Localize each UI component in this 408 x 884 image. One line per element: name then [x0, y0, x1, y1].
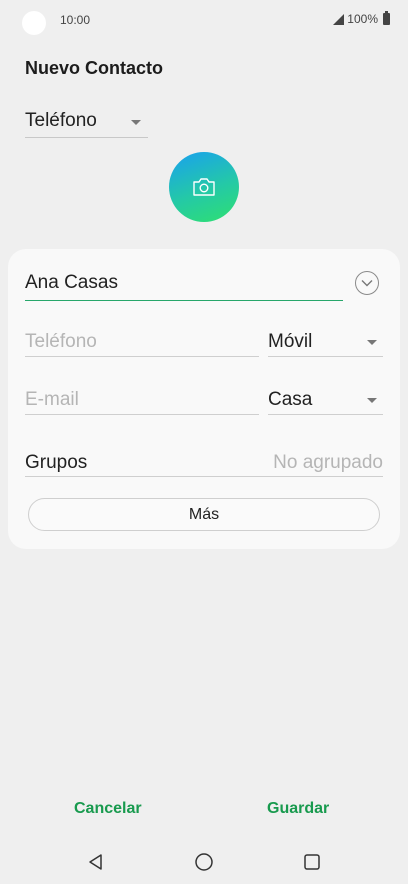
- groups-selector[interactable]: Grupos No agrupado: [25, 447, 383, 477]
- back-button[interactable]: [84, 850, 108, 874]
- phone-type-value: Móvil: [268, 331, 313, 352]
- account-dropdown[interactable]: Teléfono: [25, 108, 148, 138]
- groups-value: No agrupado: [273, 452, 383, 473]
- signal-icon: [333, 13, 345, 25]
- more-fields-button[interactable]: Más: [28, 498, 380, 531]
- battery-percent: 100%: [347, 12, 378, 26]
- status-bar: 10:00 100%: [0, 0, 408, 40]
- add-photo-button[interactable]: [169, 152, 239, 222]
- save-button[interactable]: Guardar: [267, 800, 329, 818]
- chevron-down-icon: [361, 280, 373, 287]
- system-nav-bar: [0, 840, 408, 884]
- back-icon: [89, 854, 102, 870]
- name-input-value: Ana Casas: [25, 272, 118, 293]
- dropdown-arrow-icon: [131, 120, 141, 125]
- dropdown-arrow-icon: [367, 340, 377, 345]
- cancel-button[interactable]: Cancelar: [74, 800, 142, 818]
- dropdown-arrow-icon: [367, 398, 377, 403]
- phone-input[interactable]: Teléfono: [25, 327, 259, 357]
- phone-type-dropdown[interactable]: Móvil: [268, 327, 383, 357]
- email-type-dropdown[interactable]: Casa: [268, 385, 383, 415]
- recents-button[interactable]: [300, 850, 324, 874]
- page-title: Nuevo Contacto: [25, 58, 164, 78]
- name-input[interactable]: Ana Casas: [25, 269, 343, 301]
- camera-icon: [193, 178, 215, 196]
- status-time: 10:00: [60, 13, 91, 27]
- home-button[interactable]: [192, 850, 216, 874]
- contact-form-card: Ana Casas Teléfono Móvil E-mail Casa Gru…: [8, 249, 400, 549]
- account-dropdown-value: Teléfono: [25, 110, 97, 131]
- groups-label: Grupos: [25, 452, 88, 473]
- email-input-placeholder: E-mail: [25, 389, 79, 410]
- status-indicators: 100%: [333, 11, 390, 26]
- expand-name-button[interactable]: [355, 271, 379, 295]
- front-camera-cutout: [22, 11, 46, 35]
- email-input[interactable]: E-mail: [25, 385, 259, 415]
- phone-input-placeholder: Teléfono: [25, 331, 97, 352]
- battery-icon: [383, 11, 390, 25]
- email-type-value: Casa: [268, 389, 313, 410]
- home-icon: [195, 853, 213, 871]
- recents-icon: [304, 854, 320, 870]
